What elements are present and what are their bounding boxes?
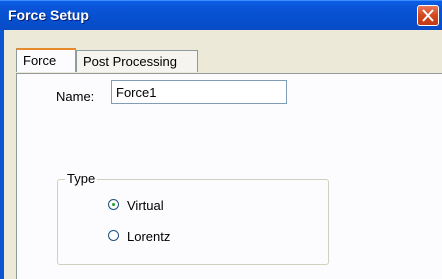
type-group-legend: Type [65, 171, 98, 186]
radio-button-lorentz[interactable] [108, 230, 119, 241]
close-button[interactable] [417, 5, 439, 26]
title-bar[interactable]: Force Setup [0, 0, 442, 30]
tab-force-label: Force [23, 53, 57, 68]
name-input[interactable] [111, 80, 287, 104]
type-groupbox [57, 179, 329, 265]
name-label: Name: [56, 89, 95, 104]
radio-lorentz-label: Lorentz [127, 229, 171, 244]
tab-post-processing-label: Post Processing [83, 54, 177, 69]
tab-post-processing[interactable]: Post Processing [76, 50, 198, 72]
force-setup-window: Force Setup Force Post Processing Name: … [0, 0, 442, 279]
radio-virtual-label: Virtual [127, 198, 164, 213]
radio-button-virtual[interactable] [108, 199, 119, 210]
tab-force[interactable]: Force [16, 48, 76, 72]
window-title: Force Setup [8, 7, 89, 23]
close-icon [422, 9, 434, 22]
radio-selected-dot [112, 203, 115, 206]
